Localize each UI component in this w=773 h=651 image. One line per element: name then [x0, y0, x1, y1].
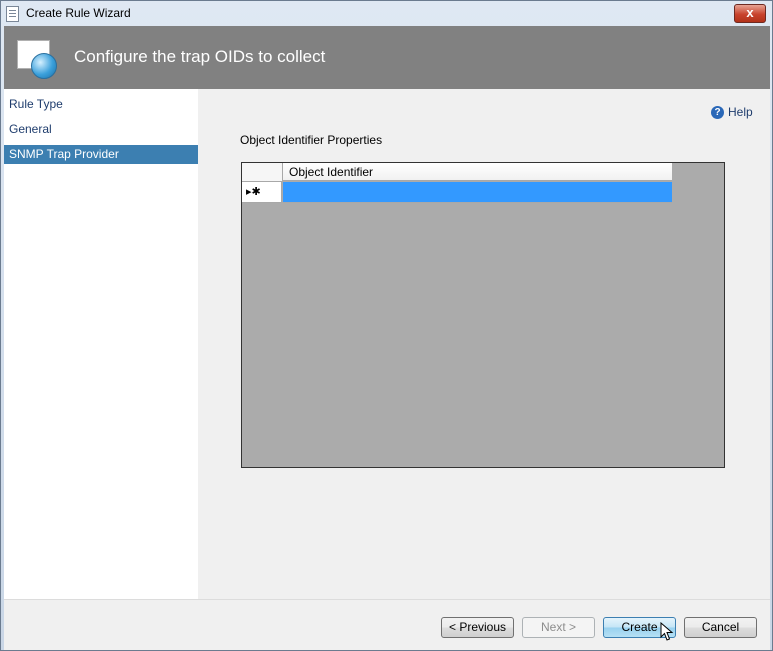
wizard-content: Rule Type General SNMP Trap Provider ? He… — [4, 89, 770, 599]
wizard-window: Create Rule Wizard x Configure the trap … — [0, 0, 773, 651]
document-icon — [6, 6, 19, 22]
help-icon: ? — [711, 106, 724, 120]
cancel-button[interactable]: Cancel — [684, 617, 757, 638]
help-link[interactable]: ? Help — [711, 104, 753, 120]
nav-item-snmp-trap-provider[interactable]: SNMP Trap Provider — [4, 145, 198, 164]
previous-button[interactable]: < Previous — [441, 617, 514, 638]
grid-corner — [242, 163, 283, 182]
column-header-object-identifier[interactable]: Object Identifier — [283, 163, 672, 181]
title-bar[interactable]: Create Rule Wizard x — [1, 1, 772, 26]
page-title: Configure the trap OIDs to collect — [74, 47, 326, 66]
object-identifier-cell[interactable] — [283, 182, 672, 203]
oid-grid[interactable]: Object Identifier ▸✱ — [241, 162, 725, 468]
mouse-cursor-icon — [660, 622, 674, 641]
globe-icon — [31, 53, 57, 79]
window-title: Create Rule Wizard — [26, 6, 131, 20]
close-icon: x — [746, 5, 754, 20]
help-label: Help — [728, 105, 753, 119]
nav-item-rule-type[interactable]: Rule Type — [4, 95, 198, 114]
wizard-footer: < Previous Next > Create Cancel — [4, 599, 770, 650]
nav-item-general[interactable]: General — [4, 120, 198, 139]
new-row-marker[interactable]: ▸✱ — [242, 182, 282, 203]
next-button[interactable]: Next > — [522, 617, 595, 638]
close-button[interactable]: x — [734, 4, 766, 23]
section-label: Object Identifier Properties — [240, 133, 383, 147]
wizard-steps-nav: Rule Type General SNMP Trap Provider — [4, 89, 198, 599]
wizard-header: Configure the trap OIDs to collect — [4, 26, 770, 89]
